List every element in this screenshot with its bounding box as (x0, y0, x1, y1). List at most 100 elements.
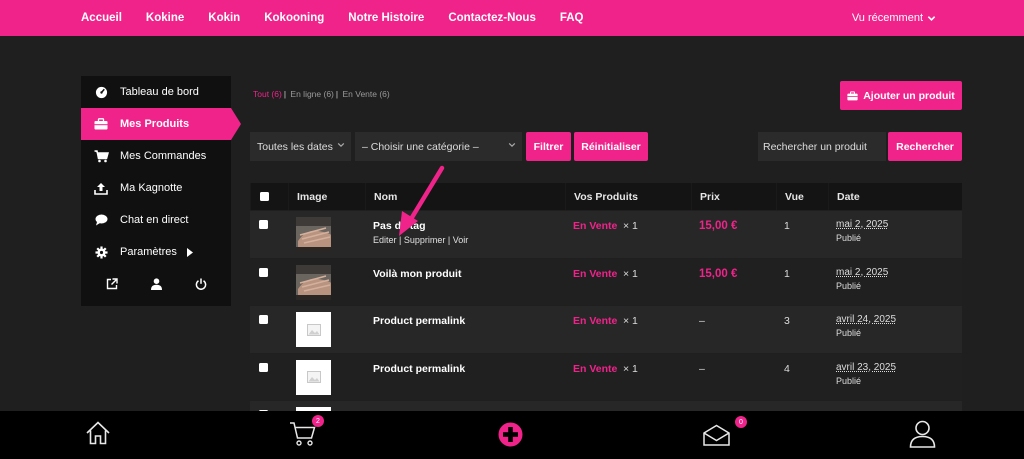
published-status: Publié (836, 233, 862, 243)
price: – (699, 315, 705, 327)
price: – (699, 362, 705, 375)
row-checkbox[interactable] (259, 315, 268, 324)
nav-kokooning[interactable]: Kokooning (264, 12, 324, 24)
briefcase-icon (93, 116, 109, 132)
select-all-checkbox[interactable] (260, 192, 269, 201)
row-checkbox[interactable] (259, 267, 268, 277)
table-header: Image Nom Vos Produits Prix Vue Date (250, 183, 962, 211)
price: 15,00 € (699, 267, 738, 280)
mail-icon[interactable] (703, 424, 730, 451)
product-thumbnail[interactable] (296, 217, 331, 252)
product-thumbnail[interactable] (296, 264, 331, 300)
main-content: Tableau de bord Mes Produits Mes Command… (0, 36, 1024, 449)
header-price: Prix (691, 183, 776, 210)
recently-viewed-dropdown[interactable]: Vu récemment (852, 12, 936, 24)
product-name[interactable]: Product permalink (373, 315, 465, 327)
search-button[interactable]: Rechercher (888, 132, 962, 161)
upload-icon (93, 180, 109, 196)
date-filter-select[interactable]: Toutes les dates (250, 132, 351, 161)
search-input[interactable]: Rechercher un produit (758, 132, 886, 161)
published-status: Publié (836, 328, 862, 338)
sidebar-item-label: Mes Commandes (120, 150, 207, 162)
gear-icon (93, 244, 109, 260)
profile-icon[interactable] (909, 420, 936, 453)
product-date: avril 24, 2025 (836, 314, 897, 325)
add-product-button[interactable]: Ajouter un produit (840, 81, 962, 110)
product-name[interactable]: Voilà mon produit (373, 268, 461, 280)
briefcase-icon (847, 90, 858, 100)
table-row: Voilà mon produit En Vente × 1 15,00 € 1… (250, 258, 962, 306)
chevron-down-icon (337, 142, 345, 148)
filter-all[interactable]: Tout (6) (253, 89, 282, 99)
status-badge: En Vente (573, 362, 618, 375)
sidebar-item-products[interactable]: Mes Produits (81, 108, 241, 140)
filter-on-sale[interactable]: En Vente (6) (342, 89, 389, 99)
nav-accueil[interactable]: Accueil (81, 12, 122, 24)
sidebar-item-orders[interactable]: Mes Commandes (81, 140, 231, 172)
product-date: mai 2, 2025 (836, 266, 889, 278)
quantity: × 1 (623, 362, 638, 375)
header-products: Vos Produits (565, 183, 691, 210)
status-badge: En Vente (573, 220, 618, 232)
add-circle-icon[interactable] (498, 422, 523, 452)
row-checkbox[interactable] (259, 220, 268, 229)
product-date: avril 23, 2025 (836, 361, 897, 373)
product-name[interactable]: Product permalink (373, 363, 465, 375)
table-row: Pas de tag Editer | Supprimer | Voir En … (250, 211, 962, 259)
sidebar-item-label: Ma Kagnotte (120, 182, 183, 194)
views-count: 4 (784, 362, 790, 375)
views-count: 1 (784, 267, 790, 280)
dashboard-icon (93, 84, 109, 100)
top-navigation: Accueil Kokine Kokin Kokooning Notre His… (0, 0, 1024, 36)
sidebar-item-label: Mes Produits (120, 118, 190, 130)
chevron-down-icon (927, 15, 936, 21)
sidebar-item-kagnotte[interactable]: Ma Kagnotte (81, 172, 231, 204)
quantity: × 1 (623, 220, 638, 232)
cart-icon (93, 148, 109, 164)
caret-right-icon (186, 247, 193, 257)
nav-notre-histoire[interactable]: Notre Histoire (348, 12, 424, 24)
nav-kokine[interactable]: Kokine (146, 12, 184, 24)
external-link-icon[interactable] (106, 277, 118, 295)
power-icon[interactable] (195, 277, 207, 295)
date-filter-value: Toutes les dates (257, 140, 333, 153)
views-count: 3 (784, 315, 790, 327)
reset-button[interactable]: Réinitialiser (574, 132, 648, 161)
search-placeholder: Rechercher un produit (763, 140, 867, 153)
published-status: Publié (836, 375, 862, 386)
nav-contactez-nous[interactable]: Contactez-Nous (448, 12, 536, 24)
sidebar-item-dashboard[interactable]: Tableau de bord (81, 76, 231, 108)
annotation-arrow (399, 165, 445, 236)
price: 15,00 € (699, 220, 738, 232)
product-thumbnail[interactable] (296, 312, 331, 347)
user-icon[interactable] (150, 277, 162, 295)
products-table: Image Nom Vos Produits Prix Vue Date Pas… (250, 183, 962, 449)
sidebar-item-settings[interactable]: Paramètres (81, 236, 231, 268)
product-thumbnail[interactable] (296, 359, 331, 395)
published-status: Publié (836, 280, 862, 291)
cart-count-badge: 2 (312, 415, 324, 427)
filter-button[interactable]: Filtrer (526, 132, 571, 161)
sidebar-footer (81, 268, 231, 304)
filter-online[interactable]: En ligne (6) (290, 89, 333, 99)
nav-kokin[interactable]: Kokin (208, 12, 240, 24)
chat-icon (93, 212, 109, 228)
status-badge: En Vente (573, 315, 618, 327)
sidebar-item-chat[interactable]: Chat en direct (81, 204, 231, 236)
sidebar: Tableau de bord Mes Produits Mes Command… (81, 76, 241, 306)
header-date: Date (828, 183, 962, 210)
sidebar-item-label: Tableau de bord (120, 86, 199, 98)
status-filters: Tout (6) | En ligne (6) | En Vente (6) (253, 89, 390, 99)
quantity: × 1 (623, 267, 638, 280)
header-views: Vue (776, 183, 828, 210)
nav-faq[interactable]: FAQ (560, 12, 584, 24)
row-checkbox[interactable] (259, 362, 268, 372)
category-select[interactable]: – Choisir une catégorie – (355, 132, 522, 161)
category-value: – Choisir une catégorie – (362, 140, 479, 153)
quantity: × 1 (623, 315, 638, 327)
home-icon[interactable] (85, 420, 111, 451)
table-row: Product permalink En Vente × 1 – 4 avril… (250, 353, 962, 401)
status-badge: En Vente (573, 267, 618, 280)
sidebar-item-label: Chat en direct (120, 214, 189, 226)
mail-count-badge: 0 (735, 416, 747, 428)
